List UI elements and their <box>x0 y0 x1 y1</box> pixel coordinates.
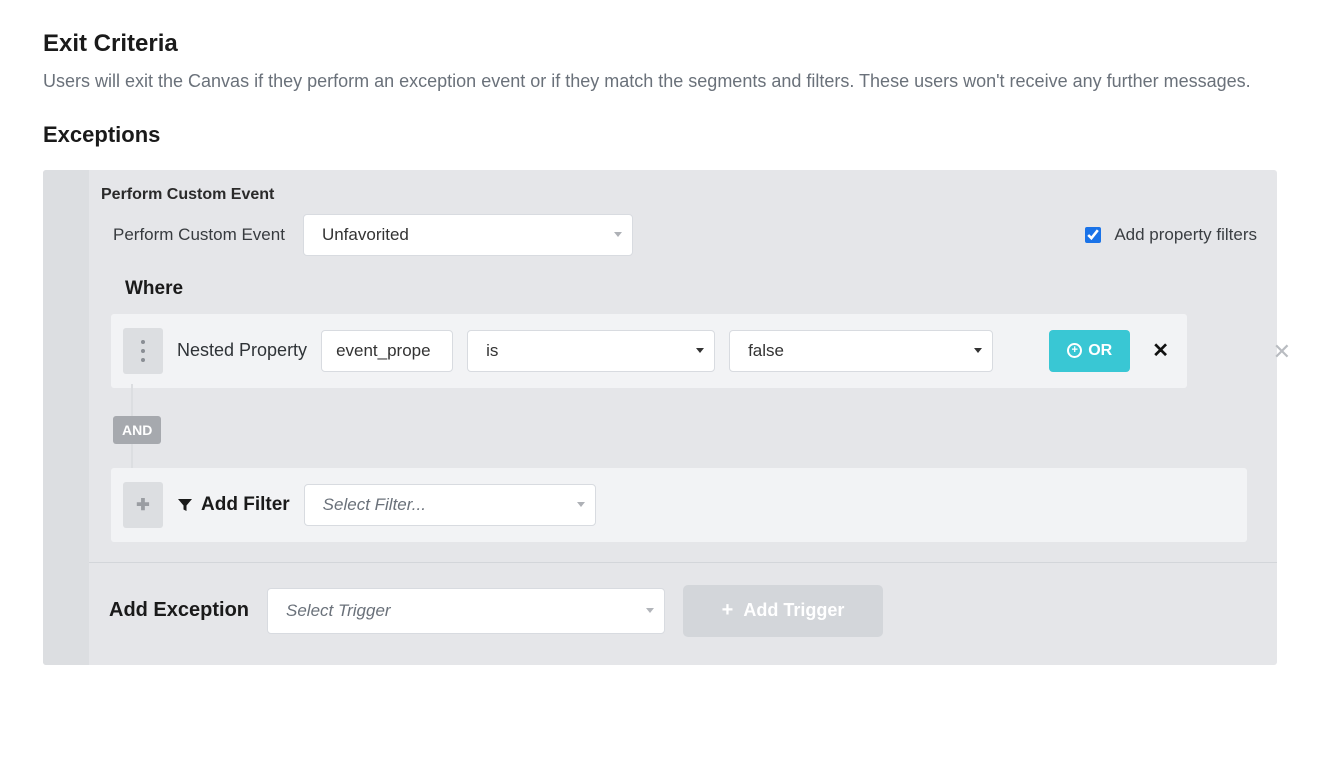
caret-down-icon <box>577 502 585 507</box>
filter-drag-handle[interactable] <box>123 328 163 374</box>
funnel-icon <box>177 497 193 513</box>
add-exception-label: Add Exception <box>109 599 249 622</box>
custom-event-label: Perform Custom Event <box>113 225 285 245</box>
add-property-filters-label: Add property filters <box>1114 225 1257 245</box>
trigger-select[interactable]: Select Trigger <box>267 588 665 634</box>
plus-icon: + <box>722 599 734 622</box>
add-trigger-button[interactable]: + Add Trigger <box>683 585 883 637</box>
custom-event-selected: Unfavorited <box>322 225 409 245</box>
remove-filter-button[interactable]: ✕ <box>1146 338 1175 363</box>
custom-event-block: Perform Custom Event Perform Custom Even… <box>89 170 1277 562</box>
and-pill: AND <box>113 416 161 444</box>
custom-event-select[interactable]: Unfavorited <box>303 214 633 256</box>
or-button-label: OR <box>1088 342 1112 360</box>
add-filter-placeholder: Select Filter... <box>323 495 426 515</box>
exit-criteria-description: Users will exit the Canvas if they perfo… <box>43 68 1277 96</box>
add-property-filters-toggle[interactable]: Add property filters <box>1081 224 1257 246</box>
where-block: Where Nested Property is <box>111 278 1247 542</box>
add-filter-handle[interactable]: ✚ <box>123 482 163 528</box>
drag-dots-icon <box>141 340 145 362</box>
caret-down-icon <box>974 348 982 353</box>
operator-select[interactable]: is <box>467 330 715 372</box>
caret-down-icon <box>696 348 704 353</box>
plus-icon: ✚ <box>136 495 149 515</box>
trigger-placeholder: Select Trigger <box>286 601 391 621</box>
plus-circle-icon: + <box>1067 343 1082 358</box>
add-exception-footer: Add Exception Select Trigger + Add Trigg… <box>89 562 1277 665</box>
filter-row-wrap: Nested Property is false <box>111 314 1247 388</box>
operator-value: is <box>486 341 498 361</box>
add-filter-row: ✚ Add Filter Select Filter... <box>111 468 1247 542</box>
custom-event-row: Perform Custom Event Unfavorited Add pro… <box>101 214 1257 256</box>
panel-gutter <box>43 170 89 665</box>
caret-down-icon <box>614 232 622 237</box>
where-title: Where <box>125 278 1247 300</box>
value-selected: false <box>748 341 784 361</box>
chevron-down-icon <box>646 608 654 613</box>
connector: AND <box>111 388 1247 468</box>
exceptions-title: Exceptions <box>43 122 1277 148</box>
value-select[interactable]: false <box>729 330 993 372</box>
filter-row: Nested Property is false <box>111 314 1187 388</box>
add-trigger-label: Add Trigger <box>743 600 844 621</box>
filter-list: Nested Property is false <box>111 314 1247 542</box>
exceptions-panel: Perform Custom Event Perform Custom Even… <box>43 170 1277 665</box>
or-button[interactable]: + OR <box>1049 330 1130 372</box>
custom-event-header: Perform Custom Event <box>101 186 1257 204</box>
exit-criteria-title: Exit Criteria <box>43 30 1277 58</box>
filter-type-label: Nested Property <box>177 340 307 361</box>
add-filter-text: Add Filter <box>201 494 290 516</box>
panel-body: Perform Custom Event Perform Custom Even… <box>89 170 1277 665</box>
add-filter-select[interactable]: Select Filter... <box>304 484 596 526</box>
property-name-input[interactable] <box>321 330 453 372</box>
remove-row-button[interactable]: ✕ <box>1273 339 1291 365</box>
add-filter-label: Add Filter <box>177 494 290 516</box>
add-property-filters-checkbox[interactable] <box>1085 227 1101 243</box>
